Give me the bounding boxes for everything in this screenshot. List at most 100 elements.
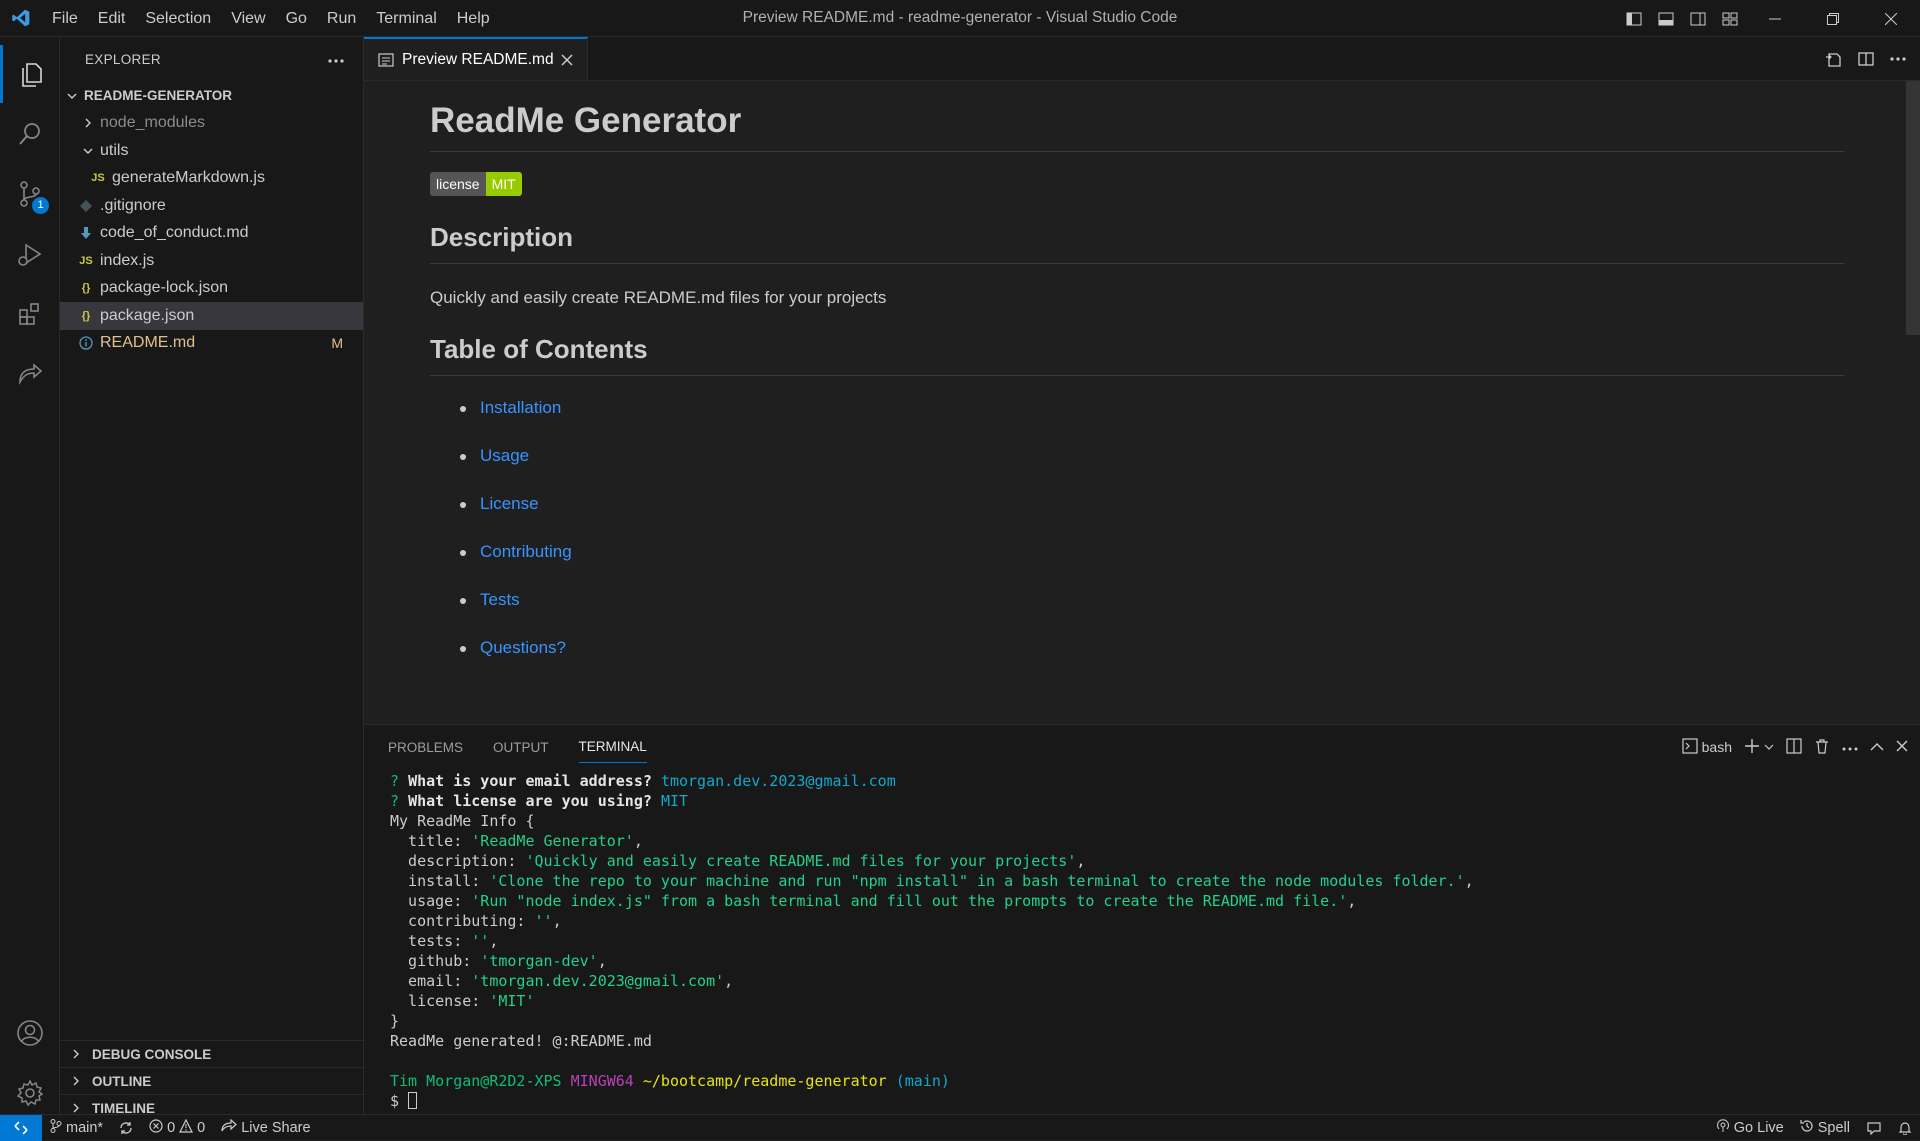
source-control-icon[interactable]: 1 [0, 165, 60, 223]
terminal-line: } [390, 1012, 400, 1030]
preview-title: ReadMe Generator [430, 101, 1844, 152]
terminal-field: github: 'tmorgan-dev', [390, 952, 607, 970]
editor-area: Preview README.md ReadMe Generator licen… [364, 37, 1920, 724]
remote-indicator-icon[interactable] [0, 1114, 42, 1141]
menu-help[interactable]: Help [447, 0, 500, 37]
go-live-label: Go Live [1733, 1119, 1784, 1136]
sync-icon[interactable] [111, 1121, 141, 1135]
tab-terminal[interactable]: TERMINAL [578, 739, 647, 763]
javascript-file-icon: JS [91, 172, 105, 185]
warning-icon [179, 1118, 194, 1137]
activity-bar: 1 [0, 37, 60, 1114]
live-share-icon [221, 1118, 238, 1137]
preview-scrollbar[interactable] [1906, 81, 1920, 335]
feedback-icon[interactable] [1858, 1121, 1890, 1135]
tab-label: Preview README.md [402, 50, 554, 68]
branch-icon [50, 1118, 62, 1137]
menu-selection[interactable]: Selection [135, 0, 221, 37]
tree-item-generatemarkdown[interactable]: JS generateMarkdown.js [60, 165, 363, 193]
open-source-icon[interactable] [1822, 47, 1846, 71]
workspace-folder-label: README-GENERATOR [84, 88, 233, 104]
tree-item-index-js[interactable]: JS index.js [60, 247, 363, 275]
close-window-icon[interactable] [1862, 0, 1920, 37]
toc-heading: Table of Contents [430, 334, 1844, 376]
extensions-icon[interactable] [0, 285, 60, 343]
tree-item-label: node_modules [100, 114, 205, 132]
toc-link-questions[interactable]: Questions? [460, 638, 1844, 686]
trash-icon[interactable] [1814, 738, 1830, 757]
menu-edit[interactable]: Edit [88, 0, 136, 37]
toggle-primary-sidebar-icon[interactable] [1618, 0, 1650, 37]
toggle-panel-icon[interactable] [1650, 0, 1682, 37]
new-terminal-button[interactable] [1744, 738, 1774, 757]
outline-section[interactable]: OUTLINE [60, 1067, 364, 1094]
history-icon [1800, 1119, 1814, 1137]
tree-item-readme[interactable]: README.md M [60, 330, 363, 358]
tree-item-package-json[interactable]: {} package.json [60, 302, 363, 330]
broadcast-icon [1716, 1118, 1730, 1137]
terminal-output[interactable]: ? What is your email address? tmorgan.de… [390, 771, 1910, 1111]
error-count: 0 [167, 1119, 176, 1136]
tree-item-label: package.json [100, 306, 195, 324]
spell-check-button[interactable]: Spell [1792, 1119, 1858, 1137]
markdown-preview: ReadMe Generator license MIT Description… [364, 81, 1920, 724]
explorer-sidebar: EXPLORER README-GENERATOR node_modules u… [60, 37, 364, 1116]
more-actions-icon[interactable] [1842, 739, 1858, 755]
menu-view[interactable]: View [221, 0, 275, 37]
split-terminal-icon[interactable] [1786, 737, 1802, 757]
customize-layout-icon[interactable] [1714, 0, 1746, 37]
search-icon[interactable] [0, 105, 60, 163]
tab-output[interactable]: OUTPUT [493, 740, 549, 755]
explorer-icon[interactable] [0, 45, 60, 103]
debug-console-section[interactable]: DEBUG CONSOLE [60, 1040, 364, 1067]
menu-terminal[interactable]: Terminal [366, 0, 446, 37]
more-actions-icon[interactable] [327, 52, 345, 67]
terminal-input-line[interactable]: $ [390, 1091, 1910, 1111]
more-actions-icon[interactable] [1886, 47, 1910, 71]
tree-item-gitignore[interactable]: .gitignore [60, 192, 363, 220]
explorer-title: EXPLORER [85, 52, 161, 67]
branch-label: main* [66, 1119, 104, 1136]
live-share-status[interactable]: Live Share [213, 1118, 318, 1137]
terminal-field: title: 'ReadMe Generator', [390, 832, 643, 850]
git-branch[interactable]: main* [42, 1118, 111, 1137]
tree-item-node-modules[interactable]: node_modules [60, 110, 363, 138]
toc-link-usage[interactable]: Usage [460, 446, 1844, 494]
close-icon[interactable] [561, 53, 573, 66]
tree-item-label: package-lock.json [100, 279, 229, 297]
live-share-label: Live Share [241, 1119, 311, 1136]
go-live-button[interactable]: Go Live [1708, 1118, 1792, 1137]
toc-link-license[interactable]: License [460, 494, 1844, 542]
terminal-shell-selector[interactable]: bash [1682, 737, 1732, 757]
workspace-folder[interactable]: README-GENERATOR [60, 82, 363, 110]
tree-item-utils[interactable]: utils [60, 137, 363, 165]
menu-run[interactable]: Run [317, 0, 366, 37]
menu-go[interactable]: Go [276, 0, 317, 37]
accounts-icon[interactable] [0, 1004, 60, 1062]
toc-link-contributing[interactable]: Contributing [460, 542, 1844, 590]
minimize-icon[interactable] [1746, 0, 1804, 37]
toggle-secondary-sidebar-icon[interactable] [1682, 0, 1714, 37]
split-editor-icon[interactable] [1854, 47, 1878, 71]
terminal-field: contributing: '', [390, 912, 562, 930]
maximize-panel-icon[interactable] [1870, 739, 1884, 755]
tree-item-label: code_of_conduct.md [100, 224, 249, 242]
live-share-icon[interactable] [0, 345, 60, 403]
notifications-bell-icon[interactable] [1890, 1121, 1920, 1135]
tab-preview-readme[interactable]: Preview README.md [364, 37, 588, 80]
chevron-down-icon [64, 90, 80, 102]
run-debug-icon[interactable] [0, 225, 60, 283]
tree-item-label: generateMarkdown.js [112, 169, 265, 187]
tab-problems[interactable]: PROBLEMS [388, 740, 463, 755]
terminal-cursor [408, 1092, 418, 1109]
toc-link-installation[interactable]: Installation [460, 398, 1844, 446]
problems-indicator[interactable]: 0 0 [141, 1118, 213, 1137]
menu-file[interactable]: File [42, 0, 88, 37]
json-file-icon: {} [81, 309, 91, 322]
tree-item-code-of-conduct[interactable]: code_of_conduct.md [60, 220, 363, 248]
tree-item-package-lock[interactable]: {} package-lock.json [60, 275, 363, 303]
toc-link-tests[interactable]: Tests [460, 590, 1844, 638]
restore-icon[interactable] [1804, 0, 1862, 37]
close-panel-icon[interactable] [1896, 739, 1908, 755]
